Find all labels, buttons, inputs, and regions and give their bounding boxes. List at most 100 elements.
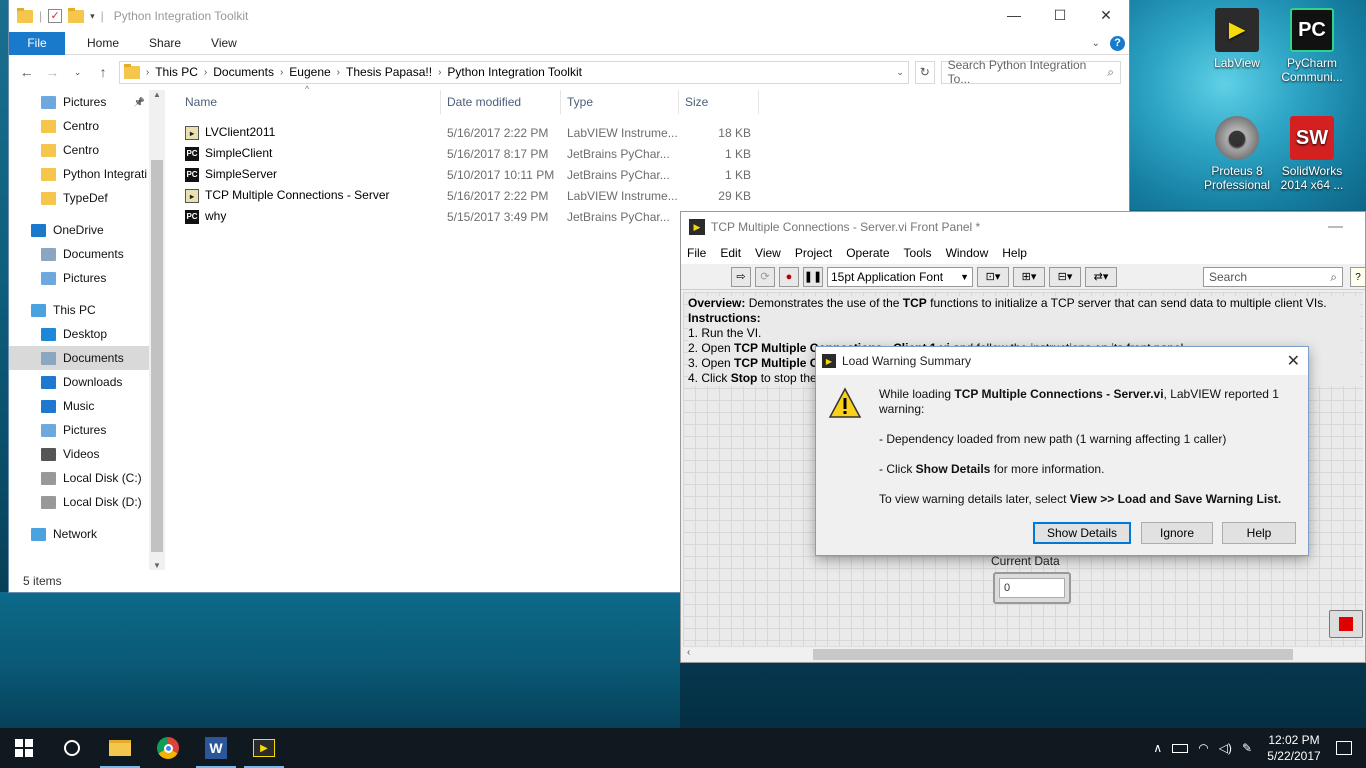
close-icon[interactable]: ✕	[1287, 351, 1300, 371]
menu-file[interactable]: File	[687, 246, 706, 260]
taskbar-labview[interactable]: ▶	[240, 728, 288, 768]
folder-icon[interactable]	[17, 7, 33, 23]
file-row[interactable]: PC SimpleClient 5/16/2017 8:17 PM JetBrains…	[179, 143, 779, 164]
show-details-button[interactable]: Show Details	[1033, 522, 1131, 544]
menu-tools[interactable]: Tools	[904, 246, 932, 260]
resize-objects-icon[interactable]: ⊟▾	[1049, 266, 1081, 287]
expand-ribbon-icon[interactable]: ⌄	[1092, 38, 1100, 49]
clock[interactable]: 12:02 PM 5/22/2017	[1262, 732, 1326, 764]
minimize-button[interactable]: —	[1328, 218, 1343, 235]
menu-view[interactable]: View	[755, 246, 781, 260]
wifi-icon[interactable]: ◠	[1198, 741, 1208, 755]
sidebar-item[interactable]: Desktop	[9, 322, 149, 346]
labview-search-input[interactable]: Search ⌕	[1203, 267, 1343, 287]
menu-edit[interactable]: Edit	[720, 246, 741, 260]
scroll-down-icon[interactable]: ▼	[149, 561, 165, 570]
current-data-indicator[interactable]: 0	[993, 572, 1071, 604]
reorder-icon[interactable]: ⇄▾	[1085, 266, 1117, 287]
sidebar-item[interactable]: Downloads	[9, 370, 149, 394]
menu-operate[interactable]: Operate	[846, 246, 889, 260]
context-help-icon[interactable]: ?	[1350, 267, 1366, 287]
recent-locations-icon[interactable]: ⌄	[68, 67, 87, 78]
column-type[interactable]: Type	[561, 90, 679, 114]
ignore-button[interactable]: Ignore	[1141, 522, 1213, 544]
taskbar-file-explorer[interactable]	[96, 728, 144, 768]
desktop-icon-proteus[interactable]: ◉ Proteus 8 Professional	[1203, 116, 1271, 192]
tab-file[interactable]: File	[9, 31, 65, 55]
sidebar-item[interactable]: Local Disk (C:)	[9, 466, 149, 490]
volume-icon[interactable]: ◁)	[1219, 741, 1232, 755]
sidebar-item[interactable]: TypeDef	[9, 186, 149, 210]
start-button[interactable]	[0, 728, 48, 768]
properties-icon[interactable]: ✓	[48, 9, 63, 23]
new-folder-icon[interactable]	[68, 7, 85, 23]
cortana-button[interactable]	[48, 728, 96, 768]
column-name[interactable]: Name	[179, 90, 441, 114]
forward-icon[interactable]: →	[42, 64, 61, 80]
sidebar-item[interactable]: OneDrive	[9, 218, 149, 242]
search-input[interactable]: Search Python Integration To... ⌕	[940, 58, 1121, 86]
address-dropdown-icon[interactable]: ⌄	[892, 67, 908, 78]
run-arrow-icon[interactable]: ⇨	[731, 266, 751, 287]
customize-toolbar-icon[interactable]: ▾	[90, 11, 95, 22]
desktop-icon-labview[interactable]: ▶ LabView	[1203, 8, 1271, 70]
sidebar-item[interactable]: Network	[9, 522, 149, 546]
sidebar-item[interactable]: This PC	[9, 298, 149, 322]
navigation-scrollbar[interactable]: ▲ ▼	[149, 90, 165, 570]
run-continuously-icon[interactable]: ⟳	[755, 266, 775, 287]
scroll-thumb[interactable]	[151, 160, 163, 552]
maximize-button[interactable]: ☐	[1037, 0, 1083, 30]
horizontal-scrollbar[interactable]: ‹	[683, 646, 1365, 662]
file-row[interactable]: ▸ TCP Multiple Connections - Server 5/16/2…	[179, 185, 779, 206]
sidebar-item[interactable]: Pictures	[9, 266, 149, 290]
file-row[interactable]: PC SimpleServer 5/10/2017 10:11 PM JetBrain…	[179, 164, 779, 185]
menu-help[interactable]: Help	[1002, 246, 1027, 260]
sidebar-item[interactable]: Pictures 📌	[9, 90, 149, 114]
tab-share[interactable]: Share	[134, 36, 196, 50]
sidebar-item[interactable]: Centro	[9, 114, 149, 138]
tab-view[interactable]: View	[196, 36, 252, 50]
battery-icon[interactable]	[1172, 743, 1189, 753]
refresh-icon[interactable]: ↻	[914, 60, 935, 84]
column-size[interactable]: Size	[679, 90, 759, 114]
sidebar-item[interactable]: Centro	[9, 138, 149, 162]
align-objects-icon[interactable]: ⊡▾	[977, 266, 1009, 287]
breadcrumb-item[interactable]: Eugene	[289, 65, 330, 79]
taskbar-chrome[interactable]	[144, 728, 192, 768]
menu-window[interactable]: Window	[946, 246, 989, 260]
help-icon[interactable]: ?	[1110, 35, 1125, 51]
menu-project[interactable]: Project	[795, 246, 832, 260]
font-select[interactable]: 15pt Application Font ▼	[827, 266, 973, 287]
sidebar-item[interactable]: Videos	[9, 442, 149, 466]
column-date-modified[interactable]: Date modified	[441, 90, 561, 114]
file-row[interactable]: ▸ LVClient2011 5/16/2017 2:22 PM LabVIEW In…	[179, 122, 779, 143]
tab-home[interactable]: Home	[65, 36, 134, 50]
help-button[interactable]: Help	[1222, 522, 1296, 544]
up-icon[interactable]: ↑	[93, 64, 112, 80]
sidebar-item[interactable]: Music	[9, 394, 149, 418]
breadcrumb-item[interactable]: This PC	[155, 65, 198, 79]
scroll-up-icon[interactable]: ▲	[149, 90, 165, 104]
sidebar-item[interactable]: Documents	[9, 242, 149, 266]
abort-icon[interactable]: ●	[779, 266, 799, 287]
close-button[interactable]: ✕	[1083, 0, 1129, 30]
sidebar-item[interactable]: Python Integrati	[9, 162, 149, 186]
sidebar-item[interactable]: Local Disk (D:)	[9, 490, 149, 514]
sidebar-item[interactable]: Documents	[9, 346, 149, 370]
minimize-button[interactable]: —	[991, 0, 1037, 30]
scroll-thumb[interactable]	[813, 649, 1293, 660]
address-bar[interactable]: › This PC › Documents › Eugene › Thesis …	[118, 60, 909, 84]
sidebar-item[interactable]: Pictures	[9, 418, 149, 442]
desktop-icon-pycharm[interactable]: PC PyCharm Communi...	[1278, 8, 1346, 84]
breadcrumb-item[interactable]: Thesis Papasa!!	[346, 65, 432, 79]
pen-icon[interactable]: ✎	[1242, 741, 1252, 755]
show-hidden-icons-icon[interactable]: ∧	[1153, 741, 1162, 755]
pin-icon[interactable]: 📌	[134, 97, 145, 108]
pause-icon[interactable]: ❚❚	[803, 266, 823, 287]
action-center-icon[interactable]	[1336, 741, 1352, 755]
scroll-left-icon[interactable]: ‹	[687, 647, 690, 658]
desktop-icon-solidworks[interactable]: SW SolidWorks 2014 x64 ...	[1278, 116, 1346, 192]
distribute-objects-icon[interactable]: ⊞▾	[1013, 266, 1045, 287]
stop-button[interactable]	[1329, 610, 1363, 638]
breadcrumb-item[interactable]: Documents	[213, 65, 274, 79]
